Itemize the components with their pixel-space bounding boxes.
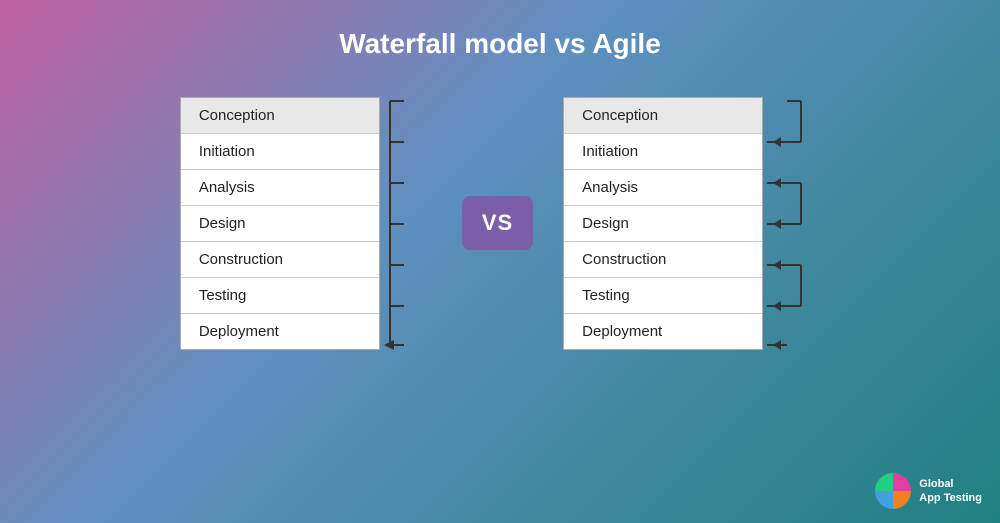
table-row: Initiation xyxy=(564,134,762,170)
table-row: Testing xyxy=(181,278,379,314)
waterfall-model: ConceptionInitiationAnalysisDesignConstr… xyxy=(180,80,432,366)
logo-area: Global App Testing xyxy=(875,473,982,509)
table-row: Conception xyxy=(564,98,762,134)
table-row: Construction xyxy=(564,242,762,278)
table-row: Conception xyxy=(181,98,379,134)
agile-model: ConceptionInitiationAnalysisDesignConstr… xyxy=(563,80,820,366)
logo-text: Global App Testing xyxy=(919,477,982,506)
main-content: ConceptionInitiationAnalysisDesignConstr… xyxy=(0,80,1000,366)
table-row: Initiation xyxy=(181,134,379,170)
table-row: Design xyxy=(181,206,379,242)
vs-badge: VS xyxy=(462,196,533,250)
table-row: Analysis xyxy=(564,170,762,206)
table-row: Deployment xyxy=(564,314,762,349)
page-background: Waterfall model vs Agile ConceptionIniti… xyxy=(0,0,1000,366)
table-row: Construction xyxy=(181,242,379,278)
agile-arrows xyxy=(765,80,820,366)
logo-icon xyxy=(875,473,911,509)
waterfall-arrow xyxy=(382,80,432,366)
agile-table: ConceptionInitiationAnalysisDesignConstr… xyxy=(563,97,763,350)
table-row: Analysis xyxy=(181,170,379,206)
table-row: Design xyxy=(564,206,762,242)
table-row: Testing xyxy=(564,278,762,314)
waterfall-table: ConceptionInitiationAnalysisDesignConstr… xyxy=(180,97,380,350)
table-row: Deployment xyxy=(181,314,379,349)
page-title: Waterfall model vs Agile xyxy=(0,0,1000,80)
